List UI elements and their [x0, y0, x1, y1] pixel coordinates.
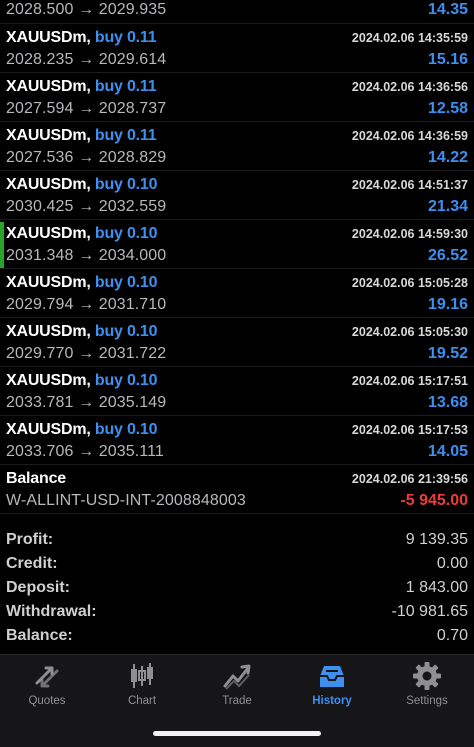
deal-symbol: XAUUSDm, buy 0.10: [6, 274, 158, 291]
list-item[interactable]: XAUUSDm, buy 0.11 2024.02.06 14:36:59 20…: [0, 122, 474, 171]
tab-label: Quotes: [28, 695, 66, 707]
deal-profit: 19.16: [427, 296, 468, 313]
list-item[interactable]: XAUUSDm, buy 0.10 2024.02.06 15:17:53 20…: [0, 416, 474, 465]
deal-date: 2024.02.06 15:17:51: [351, 374, 468, 388]
deal-date: 2024.02.06 14:59:30: [351, 227, 468, 241]
quotes-arrows-icon: [35, 666, 59, 688]
balance-comment: W-ALLINT-USD-INT-2008848003: [6, 492, 246, 509]
tab-history[interactable]: History: [285, 655, 379, 717]
deal-prices: 2033.781 → 2035.149: [6, 394, 167, 411]
tab-quotes[interactable]: Quotes: [0, 655, 94, 717]
summary-label: Balance:: [6, 627, 73, 644]
deal-symbol: XAUUSDm, buy 0.11: [6, 78, 157, 95]
deal-side: buy 0.11: [94, 127, 157, 144]
candlestick-chart-icon: [131, 663, 153, 688]
summary-label: Withdrawal:: [6, 603, 97, 620]
deal-date: 2024.02.06 15:05:30: [351, 325, 468, 339]
summary-profit-value: 9 139.35: [405, 531, 468, 548]
deal-profit: 15.16: [427, 51, 468, 68]
tab-chart[interactable]: Chart: [95, 655, 189, 717]
deal-date: 2024.02.06 14:36:59: [351, 129, 468, 143]
deal-side: buy 0.10: [94, 372, 158, 389]
summary-credit-row: Credit: 0.00: [0, 553, 474, 577]
history-summary: Profit: 9 139.35 Credit: 0.00 Deposit: 1…: [0, 529, 474, 649]
history-tray-icon: [320, 666, 344, 687]
list-item[interactable]: XAUUSDm, buy 0.10 2024.02.06 14:59:30 20…: [0, 220, 474, 269]
deal-profit: 12.58: [427, 100, 468, 117]
deal-side: buy 0.10: [94, 225, 158, 242]
summary-balance-value: 0.70: [436, 627, 468, 644]
deal-symbol: XAUUSDm, buy 0.10: [6, 323, 158, 340]
deal-date: 2024.02.06 14:36:56: [351, 80, 468, 94]
deal-prices: 2029.794 → 2031.710: [6, 296, 167, 313]
deal-profit: 13.68: [427, 394, 468, 411]
deal-prices: 2028.235 → 2029.614: [6, 51, 167, 68]
tab-label: Trade: [222, 695, 252, 707]
deal-profit: 14.35: [427, 1, 468, 18]
tab-label: Settings: [406, 695, 448, 707]
deal-symbol: XAUUSDm, buy 0.10: [6, 372, 158, 389]
balance-operation-row[interactable]: Balance 2024.02.06 21:39:56 W-ALLINT-USD…: [0, 465, 474, 514]
balance-amount: -5 945.00: [400, 492, 468, 509]
deal-side: buy 0.10: [94, 323, 158, 340]
balance-title: Balance: [6, 470, 66, 487]
list-item[interactable]: XAUUSDm, buy 0.11 2024.02.06 14:36:56 20…: [0, 73, 474, 122]
home-indicator[interactable]: [153, 731, 321, 736]
deal-date: 2024.02.06 14:35:59: [351, 31, 468, 45]
tab-label: Chart: [127, 695, 157, 707]
summary-deposit-row: Deposit: 1 843.00: [0, 577, 474, 601]
deal-date: 2024.02.06 14:51:37: [351, 178, 468, 192]
summary-credit-value: 0.00: [436, 555, 468, 572]
tab-label: History: [312, 695, 352, 707]
list-item[interactable]: XAUUSDm, buy 0.11 2024.02.06 14:35:59 20…: [0, 24, 474, 73]
deal-profit: 14.22: [427, 149, 468, 166]
trade-chart-icon: [223, 664, 251, 690]
deal-symbol: XAUUSDm, buy 0.11: [6, 127, 157, 144]
summary-balance-row: Balance: 0.70: [0, 625, 474, 649]
deal-prices: 2029.770 → 2031.722: [6, 345, 167, 362]
summary-label: Credit:: [6, 555, 58, 572]
deal-prices: 2027.536 → 2028.829: [6, 149, 167, 166]
summary-withdrawal-value: -10 981.65: [391, 603, 468, 620]
deal-prices: 2030.425 → 2032.559: [6, 198, 167, 215]
deal-profit: 14.05: [427, 443, 468, 460]
summary-label: Deposit:: [6, 579, 70, 596]
deal-prices: 2028.500 → 2029.935: [6, 1, 167, 18]
deal-side: buy 0.11: [94, 78, 157, 95]
tab-settings[interactable]: Settings: [380, 655, 474, 717]
deal-symbol: XAUUSDm, buy 0.10: [6, 421, 158, 438]
summary-profit-row: Profit: 9 139.35: [0, 529, 474, 553]
deal-side: buy 0.10: [94, 274, 158, 291]
deal-side: buy 0.10: [94, 176, 158, 193]
summary-label: Profit:: [6, 531, 54, 548]
deal-prices: 2027.594 → 2028.737: [6, 100, 167, 117]
deal-date: 2024.02.06 15:05:28: [351, 276, 468, 290]
tab-trade[interactable]: Trade: [190, 655, 284, 717]
deal-symbol: XAUUSDm, buy 0.10: [6, 176, 158, 193]
deal-symbol: XAUUSDm, buy 0.11: [6, 29, 157, 46]
history-list: 2028.500 → 2029.935 14.35 XAUUSDm, buy 0…: [0, 0, 474, 514]
list-item[interactable]: XAUUSDm, buy 0.10 2024.02.06 15:17:51 20…: [0, 367, 474, 416]
deal-side: buy 0.11: [94, 29, 157, 46]
selection-marker: [0, 222, 4, 268]
deal-side: buy 0.10: [94, 421, 158, 438]
list-item[interactable]: XAUUSDm, buy 0.10 2024.02.06 15:05:28 20…: [0, 269, 474, 318]
list-item[interactable]: XAUUSDm, buy 0.10 2024.02.06 15:05:30 20…: [0, 318, 474, 367]
deal-profit: 21.34: [427, 198, 468, 215]
deal-prices: 2031.348 → 2034.000: [6, 247, 167, 264]
deal-date: 2024.02.06 15:17:53: [351, 423, 468, 437]
summary-deposit-value: 1 843.00: [405, 579, 468, 596]
summary-withdrawal-row: Withdrawal: -10 981.65: [0, 601, 474, 625]
deal-symbol: XAUUSDm, buy 0.10: [6, 225, 158, 242]
gear-icon: [413, 662, 441, 690]
list-item[interactable]: XAUUSDm, buy 0.10 2024.02.06 14:51:37 20…: [0, 171, 474, 220]
deal-profit: 26.52: [427, 247, 468, 264]
deal-prices: 2033.706 → 2035.111: [6, 443, 164, 460]
deal-date: 2024.02.06 21:39:56: [351, 472, 468, 486]
list-item[interactable]: 2028.500 → 2029.935 14.35: [0, 0, 474, 24]
deal-profit: 19.52: [427, 345, 468, 362]
